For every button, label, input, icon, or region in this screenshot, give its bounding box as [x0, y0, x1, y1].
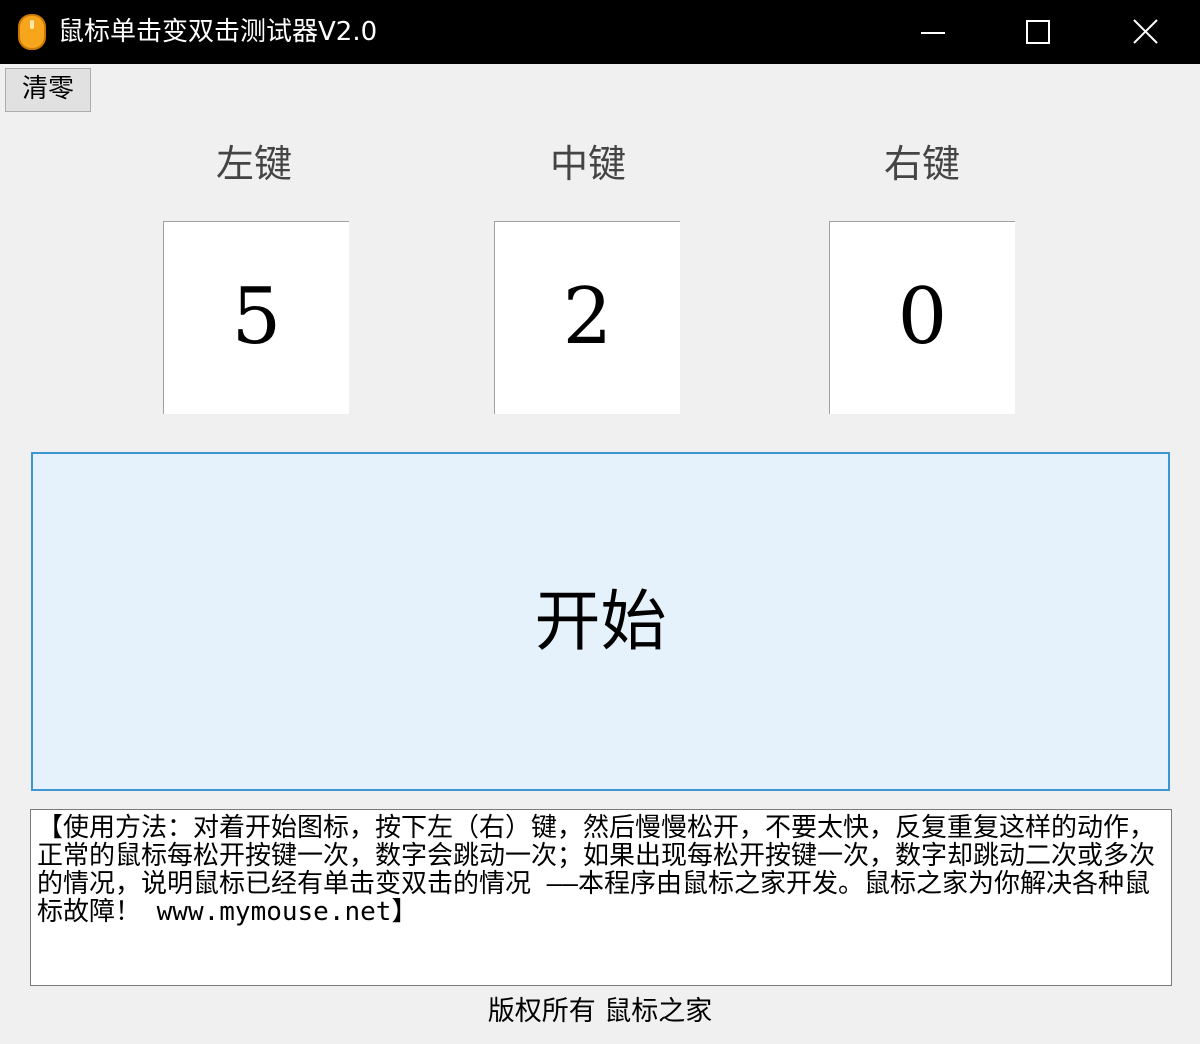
close-icon — [1133, 19, 1158, 44]
left-key-label: 左键 — [215, 142, 292, 186]
client-area: 清零 左键 中键 右键 5 2 0 开始 【使用方法：对着开始图标，按下左（右）… — [0, 64, 1200, 1044]
window-title: 鼠标单击变双击测试器V2.0 — [58, 17, 378, 47]
maximize-button[interactable] — [982, 0, 1092, 64]
minimize-button[interactable] — [876, 0, 986, 64]
mouse-icon — [18, 14, 46, 50]
clear-button[interactable]: 清零 — [5, 68, 91, 112]
close-button[interactable] — [1090, 0, 1200, 64]
copyright-footer: 版权所有 鼠标之家 — [487, 996, 713, 1027]
start-button[interactable]: 开始 — [31, 452, 1170, 791]
title-bar[interactable]: 鼠标单击变双击测试器V2.0 — [0, 0, 1200, 64]
middle-key-label: 中键 — [549, 142, 626, 186]
middle-key-count: 2 — [494, 221, 680, 414]
right-key-count: 0 — [829, 221, 1015, 414]
instructions-text: 【使用方法：对着开始图标，按下左（右）键，然后慢慢松开，不要太快，反复重复这样的… — [30, 809, 1172, 986]
left-key-count: 5 — [163, 221, 349, 414]
minimize-icon — [921, 32, 945, 34]
maximize-icon — [1026, 20, 1050, 44]
right-key-label: 右键 — [883, 142, 960, 186]
